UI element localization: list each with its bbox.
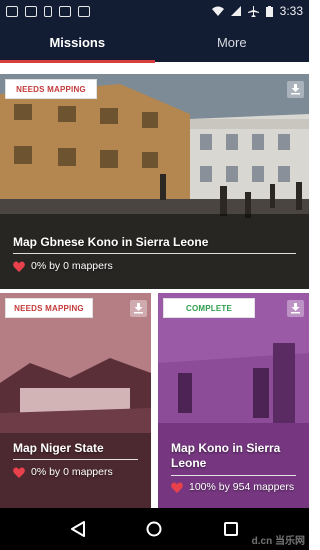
status-badge: NEEDS MAPPING — [5, 79, 97, 99]
tab-missions[interactable]: Missions — [0, 22, 155, 62]
mission-progress: 0% by 0 mappers — [13, 260, 113, 272]
battery-icon — [265, 5, 273, 17]
content-top-spacing — [0, 63, 309, 72]
title-divider — [171, 475, 296, 476]
mission-title: Map Niger State — [13, 441, 104, 455]
status-bar: 3:33 — [0, 0, 309, 22]
tab-more[interactable]: More — [155, 22, 310, 62]
heart-icon — [13, 261, 25, 272]
recents-icon — [223, 522, 238, 536]
heart-icon — [13, 467, 25, 478]
notification-icons — [6, 5, 90, 17]
signal-icon — [230, 6, 241, 16]
download-button[interactable] — [287, 81, 304, 98]
sim-icon — [44, 5, 52, 17]
status-badge: NEEDS MAPPING — [5, 298, 93, 318]
progress-text: 100% by 954 mappers — [189, 481, 295, 493]
mission-progress: 0% by 0 mappers — [13, 466, 113, 478]
mission-card-niger-state[interactable]: NEEDS MAPPING Map Niger State 0% by 0 ma… — [0, 293, 151, 508]
download-icon — [291, 303, 300, 314]
recents-button[interactable] — [221, 519, 241, 539]
mission-card-kono[interactable]: COMPLETE Map Kono in Sierra Leone 100% b… — [158, 293, 309, 508]
progress-text: 0% by 0 mappers — [31, 466, 113, 478]
mission-photo — [0, 74, 309, 289]
app-icon — [6, 5, 18, 17]
image-icon — [25, 5, 37, 17]
watermark: d.cn 当乐网 — [251, 536, 305, 547]
progress-text: 0% by 0 mappers — [31, 260, 113, 272]
tab-bar: Missions More — [0, 22, 309, 62]
back-button[interactable] — [68, 519, 88, 539]
title-divider — [13, 253, 296, 254]
heart-icon — [171, 482, 183, 493]
download-button[interactable] — [130, 300, 147, 317]
back-icon — [71, 521, 86, 537]
home-button[interactable] — [144, 519, 164, 539]
home-icon — [146, 521, 162, 537]
download-button[interactable] — [287, 300, 304, 317]
mission-title: Map Kono in Sierra Leone — [171, 441, 281, 470]
clock: 3:33 — [279, 4, 303, 18]
mission-progress: 100% by 954 mappers — [171, 481, 294, 493]
mission-title: Map Gbnese Kono in Sierra Leone — [13, 235, 209, 249]
title-divider — [13, 459, 138, 460]
camera-icon — [78, 5, 90, 17]
bag-icon — [59, 5, 71, 17]
airplane-icon — [247, 5, 259, 17]
wifi-icon — [211, 6, 224, 16]
status-badge: COMPLETE — [163, 298, 255, 318]
download-icon — [291, 84, 300, 95]
mission-card-gbense-kono[interactable]: NEEDS MAPPING Map Gbnese Kono in Sierra … — [0, 74, 309, 289]
download-icon — [134, 303, 143, 314]
